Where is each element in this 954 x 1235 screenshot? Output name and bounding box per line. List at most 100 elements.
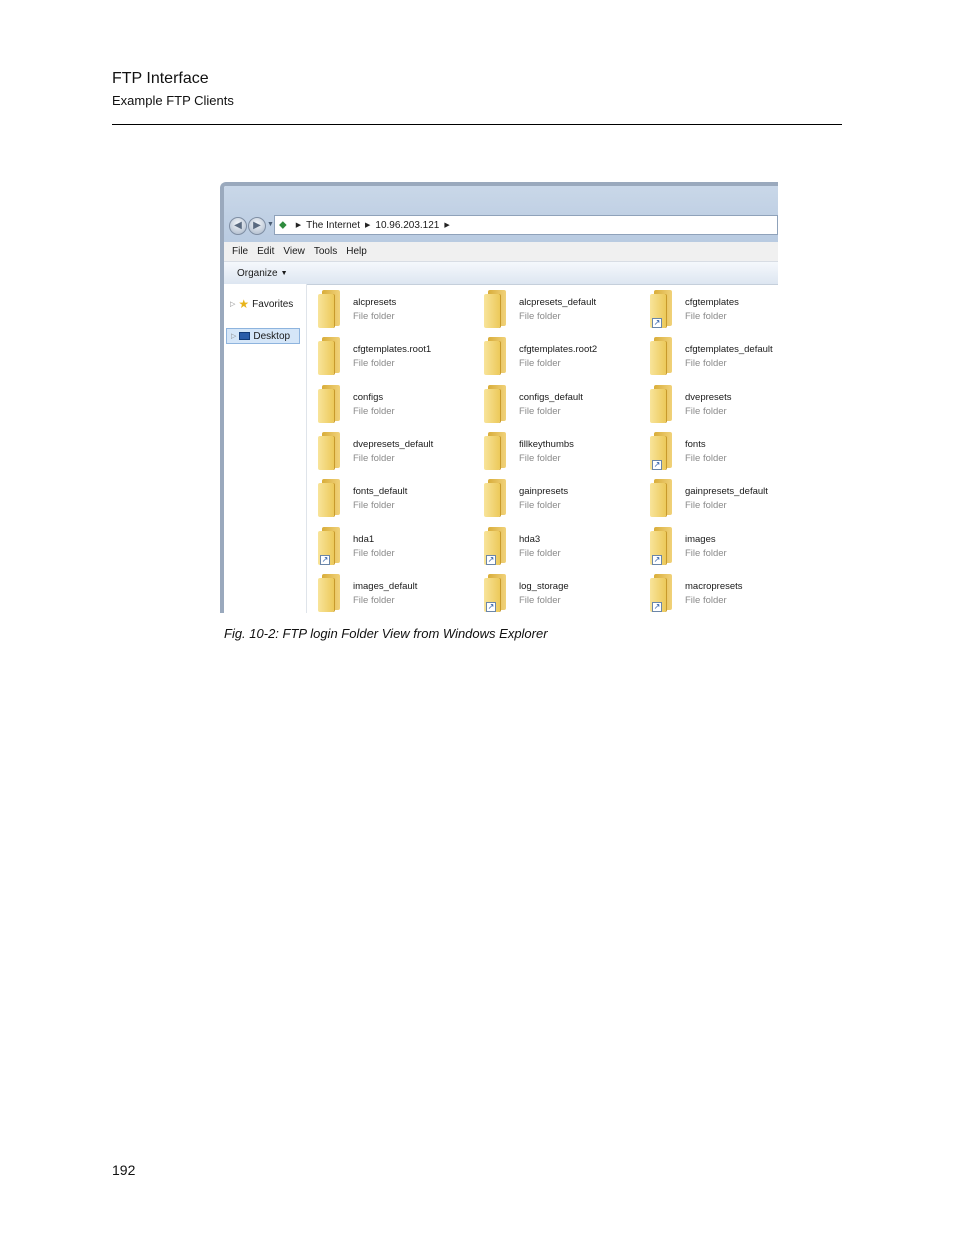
folder-type: File folder xyxy=(685,547,727,559)
folder-type: File folder xyxy=(353,452,395,464)
navigation-pane: ▷ ★ Favorites ▷ Desktop xyxy=(224,284,307,613)
folder-item[interactable]: gainpresets_default File folder xyxy=(638,473,778,518)
nav-item-label: Desktop xyxy=(253,330,291,342)
folder-type: File folder xyxy=(685,452,727,464)
folder-type: File folder xyxy=(519,547,561,559)
folder-icon xyxy=(484,384,506,423)
menu-bar: File Edit View Tools Help xyxy=(224,242,778,262)
menu-file[interactable]: File xyxy=(232,246,248,257)
nav-item-favorites[interactable]: ▷ ★ Favorites xyxy=(230,297,293,311)
folder-type: File folder xyxy=(519,311,561,322)
folder-item[interactable]: dvepresets File folder xyxy=(638,379,778,423)
chevron-right-icon[interactable]: ▶ xyxy=(296,221,301,229)
folder-type: File folder xyxy=(353,311,395,322)
folder-item[interactable]: ↗ hda1 File folder xyxy=(306,521,476,565)
folder-icon: ↗ xyxy=(484,526,506,565)
folder-icon xyxy=(484,290,506,328)
folder-type: File folder xyxy=(353,547,395,559)
folder-type: File folder xyxy=(353,500,395,512)
folder-item[interactable]: ↗ images File folder xyxy=(638,521,778,565)
explorer-window-screenshot: ◀ ▶ ▼ ⬥ ▶ The Internet ▶ 10.96.203.121 ▶… xyxy=(220,182,778,613)
folder-content-pane: alcpresets File folder alcpresets_default F… xyxy=(306,284,778,613)
header-rule xyxy=(112,124,842,125)
nav-item-desktop[interactable]: ▷ Desktop xyxy=(226,328,300,344)
folder-icon: ↗ xyxy=(650,573,672,612)
folder-item[interactable]: fillkeythumbs File folder xyxy=(472,426,642,470)
shortcut-arrow-icon: ↗ xyxy=(652,601,662,612)
folder-item[interactable]: fonts_default File folder xyxy=(306,473,476,518)
folder-item[interactable]: cfgtemplates.root2 File folder xyxy=(472,331,642,376)
folder-item[interactable]: ↗ cfgtemplates File folder xyxy=(638,284,778,328)
shortcut-arrow-icon: ↗ xyxy=(320,554,330,565)
folder-name: cfgtemplates.root2 xyxy=(519,344,598,356)
folder-type: File folder xyxy=(685,311,727,322)
chevron-right-icon[interactable]: ▶ xyxy=(365,221,370,229)
folder-icon: ↗ xyxy=(650,431,672,470)
folder-type: File folder xyxy=(519,452,561,464)
forward-button[interactable]: ▶ xyxy=(248,217,266,235)
caret-down-icon[interactable]: ▼ xyxy=(281,270,288,277)
folder-icon xyxy=(318,479,340,518)
folder-icon: ↗ xyxy=(484,573,506,612)
folder-item[interactable]: ↗ log_storage File folder xyxy=(472,568,642,612)
folder-item[interactable]: alcpresets_default File folder xyxy=(472,284,642,328)
folder-name: configs xyxy=(353,391,384,403)
shortcut-arrow-icon: ↗ xyxy=(652,554,662,565)
menu-help[interactable]: Help xyxy=(346,246,367,257)
network-icon: ⬥ xyxy=(279,218,287,231)
recent-pages-dropdown-icon[interactable]: ▼ xyxy=(267,221,274,228)
chevron-right-icon[interactable]: ▶ xyxy=(444,221,449,229)
folder-name: hda3 xyxy=(519,533,541,545)
breadcrumb-ip-address[interactable]: 10.96.203.121 xyxy=(375,220,439,231)
shortcut-arrow-icon: ↗ xyxy=(652,459,662,470)
menu-tools[interactable]: Tools xyxy=(314,246,337,257)
folder-icon xyxy=(318,337,340,376)
expand-arrow-icon[interactable]: ▷ xyxy=(231,332,236,340)
folder-icon xyxy=(318,431,340,470)
folder-type: File folder xyxy=(519,358,561,370)
folder-icon: ↗ xyxy=(650,290,672,328)
folder-name: dvepresets xyxy=(685,391,732,403)
folder-type: File folder xyxy=(353,405,395,417)
expand-arrow-icon[interactable]: ▷ xyxy=(230,300,235,308)
organize-button[interactable]: Organize xyxy=(237,268,278,279)
folder-name: configs_default xyxy=(519,391,583,403)
folder-type: File folder xyxy=(685,594,727,606)
folder-item[interactable]: ↗ fonts File folder xyxy=(638,426,778,470)
figure-caption: Fig. 10-2: FTP login Folder View from Wi… xyxy=(224,626,548,641)
page-header-subtitle: Example FTP Clients xyxy=(112,93,234,108)
folder-type: File folder xyxy=(519,594,561,606)
folder-name: fonts_default xyxy=(353,486,408,498)
folder-item[interactable]: configs File folder xyxy=(306,379,476,423)
folder-item[interactable]: configs_default File folder xyxy=(472,379,642,423)
folder-item[interactable]: cfgtemplates.root1 File folder xyxy=(306,331,476,376)
folder-item[interactable]: dvepresets_default File folder xyxy=(306,426,476,470)
folder-name: images xyxy=(685,533,716,545)
page-header-title: FTP Interface xyxy=(112,70,209,87)
folder-type: File folder xyxy=(519,500,561,512)
folder-item[interactable]: ↗ hda3 File folder xyxy=(472,521,642,565)
desktop-icon xyxy=(239,332,251,340)
breadcrumb-the-internet[interactable]: The Internet xyxy=(306,220,360,231)
shortcut-arrow-icon: ↗ xyxy=(486,601,496,612)
address-box[interactable]: ⬥ ▶ The Internet ▶ 10.96.203.121 ▶ xyxy=(274,215,778,235)
folder-name: log_storage xyxy=(519,580,569,592)
folder-item[interactable]: alcpresets File folder xyxy=(306,284,476,328)
folder-item[interactable]: gainpresets File folder xyxy=(472,473,642,518)
page-number: 192 xyxy=(112,1162,136,1178)
folder-item[interactable]: images_default File folder xyxy=(306,568,476,612)
menu-edit[interactable]: Edit xyxy=(257,246,274,257)
folder-icon xyxy=(484,431,506,470)
folder-name: cfgtemplates_default xyxy=(685,344,773,356)
folder-name: hda1 xyxy=(353,533,375,545)
menu-view[interactable]: View xyxy=(283,246,305,257)
folder-item[interactable]: cfgtemplates_default File folder xyxy=(638,331,778,376)
nav-item-label: Favorites xyxy=(252,298,294,310)
back-button[interactable]: ◀ xyxy=(229,217,247,235)
star-icon: ★ xyxy=(238,297,250,311)
folder-name: gainpresets_default xyxy=(685,486,768,498)
folder-name: macropresets xyxy=(685,580,743,592)
folder-item[interactable]: ↗ macropresets File folder xyxy=(638,568,778,612)
folder-name: fillkeythumbs xyxy=(519,438,574,450)
address-bar-area: ◀ ▶ ▼ ⬥ ▶ The Internet ▶ 10.96.203.121 ▶ xyxy=(224,186,778,242)
